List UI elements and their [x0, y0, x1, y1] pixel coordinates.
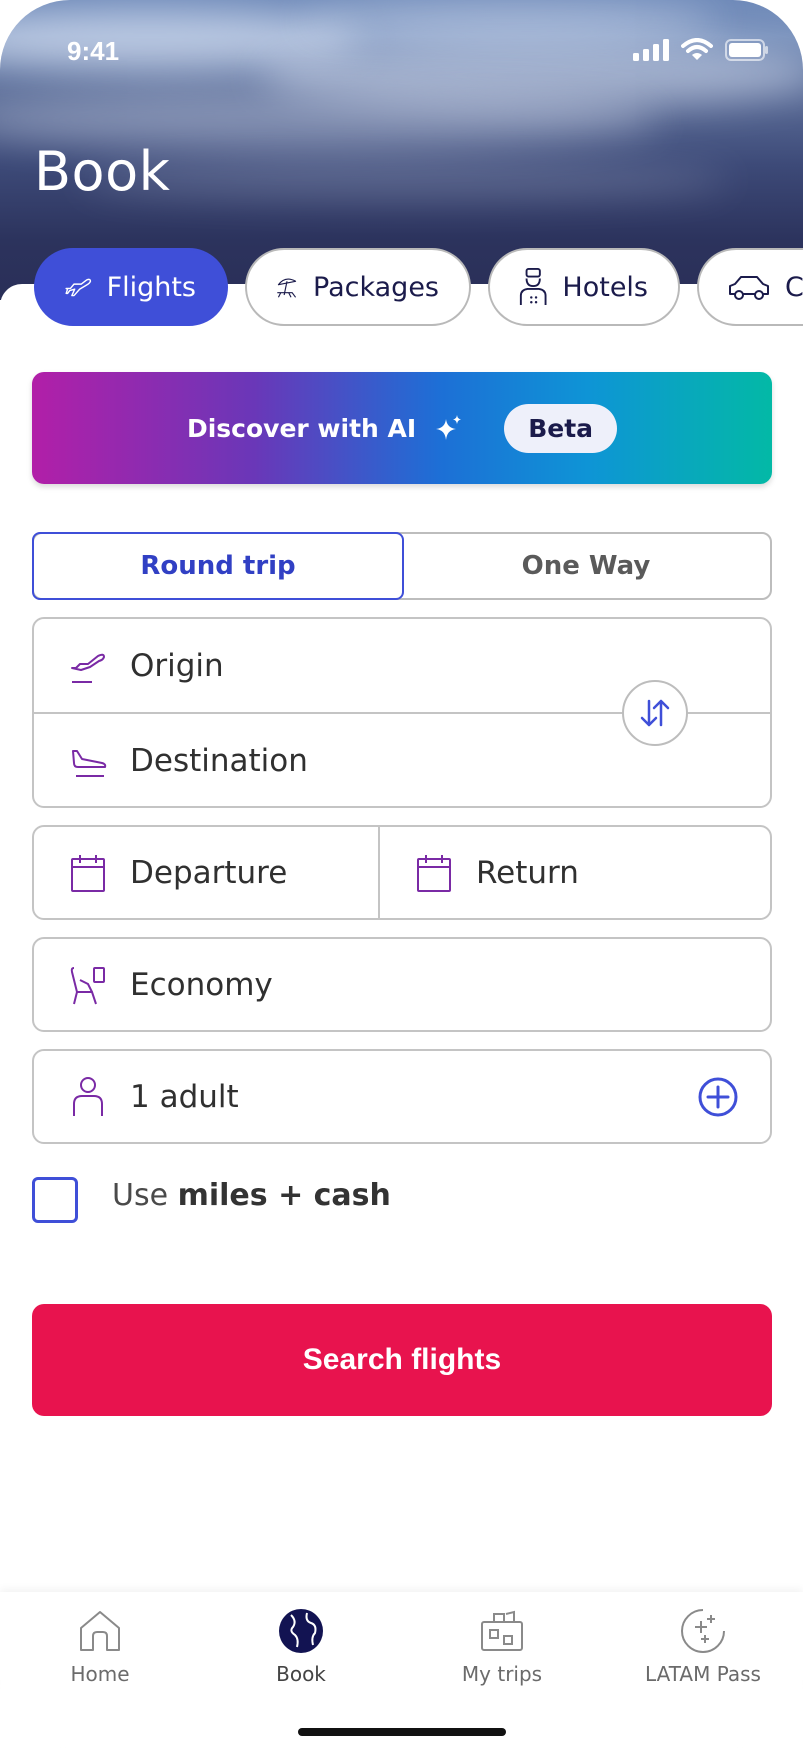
car-icon: [729, 276, 769, 300]
tab-label: Flights: [106, 271, 196, 303]
passengers-value: 1 adult: [130, 1078, 239, 1115]
beta-badge: Beta: [504, 403, 618, 453]
sparkle-icon: [436, 415, 462, 440]
product-tabs: Flights Packages Hotels C: [34, 248, 803, 326]
swap-route-button[interactable]: [622, 680, 688, 746]
home-indicator: [298, 1728, 506, 1736]
seat-icon: [68, 965, 108, 1005]
tab-cars[interactable]: Ca: [697, 248, 803, 326]
luggage-icon: [481, 1610, 523, 1651]
nav-label: LATAM Pass: [645, 1662, 761, 1686]
departure-field[interactable]: Departure: [34, 827, 380, 918]
tab-label: Hotels: [562, 271, 648, 303]
miles-prefix: Use: [112, 1178, 178, 1213]
page-title: Book: [34, 140, 171, 203]
latam-pass-icon: [681, 1609, 725, 1653]
miles-cash-checkbox[interactable]: [32, 1177, 78, 1223]
battery-icon: [725, 39, 768, 61]
ai-banner-label: Discover with AI: [186, 413, 417, 443]
tab-label: Ca: [785, 271, 803, 303]
nav-home[interactable]: Home: [10, 1606, 190, 1686]
discover-with-ai-banner[interactable]: Discover with AI Beta: [32, 372, 772, 484]
date-fields: Departure Return: [32, 825, 772, 920]
calendar-icon: [68, 853, 108, 893]
cabin-value: Economy: [130, 966, 273, 1003]
swap-arrows-icon: [640, 699, 670, 727]
nav-label: Book: [276, 1662, 326, 1686]
bottom-navigation: Home Book My trips LATAM Pass: [0, 1592, 803, 1748]
tab-packages[interactable]: Packages: [245, 248, 471, 326]
person-icon: [68, 1076, 108, 1117]
return-placeholder: Return: [476, 854, 579, 891]
nav-book[interactable]: Book: [211, 1606, 391, 1686]
return-field[interactable]: Return: [380, 827, 770, 918]
status-bar: 9:41: [0, 0, 803, 104]
calendar-icon: [414, 853, 454, 893]
nav-label: My trips: [461, 1662, 543, 1686]
nav-latam-pass[interactable]: LATAM Pass: [613, 1606, 793, 1686]
landing-icon: [68, 741, 108, 781]
origin-placeholder: Origin: [130, 648, 224, 684]
miles-cash-label: Use miles + cash: [112, 1178, 391, 1213]
miles-bold-text: miles + cash: [177, 1178, 391, 1213]
nav-label: Home: [70, 1662, 130, 1686]
one-way-option[interactable]: One Way: [402, 534, 770, 598]
search-flights-button[interactable]: Search flights: [32, 1304, 772, 1416]
home-icon: [80, 1611, 120, 1651]
beach-umbrella-icon: [277, 278, 297, 298]
add-passenger-icon[interactable]: [696, 1075, 740, 1119]
tab-flights[interactable]: Flights: [34, 248, 228, 326]
bellhop-icon: [519, 267, 547, 306]
phone-screen: 9:41 Book Flights Packages Hotels C Disc…: [0, 0, 803, 1748]
trip-type-toggle: Round trip One Way: [32, 532, 772, 600]
cellular-signal-icon: [633, 39, 669, 61]
departure-placeholder: Departure: [130, 854, 288, 891]
round-trip-option[interactable]: Round trip: [32, 532, 404, 600]
globe-icon: [279, 1609, 323, 1653]
plane-icon: [65, 278, 92, 297]
tab-hotels[interactable]: Hotels: [488, 248, 680, 326]
tab-label: Packages: [313, 271, 439, 303]
passengers-field[interactable]: 1 adult: [32, 1049, 772, 1144]
cabin-field[interactable]: Economy: [32, 937, 772, 1032]
nav-my-trips[interactable]: My trips: [412, 1606, 592, 1686]
destination-placeholder: Destination: [130, 742, 308, 779]
status-time: 9:41: [67, 36, 120, 66]
wifi-icon: [681, 38, 713, 60]
takeoff-icon: [68, 646, 108, 686]
